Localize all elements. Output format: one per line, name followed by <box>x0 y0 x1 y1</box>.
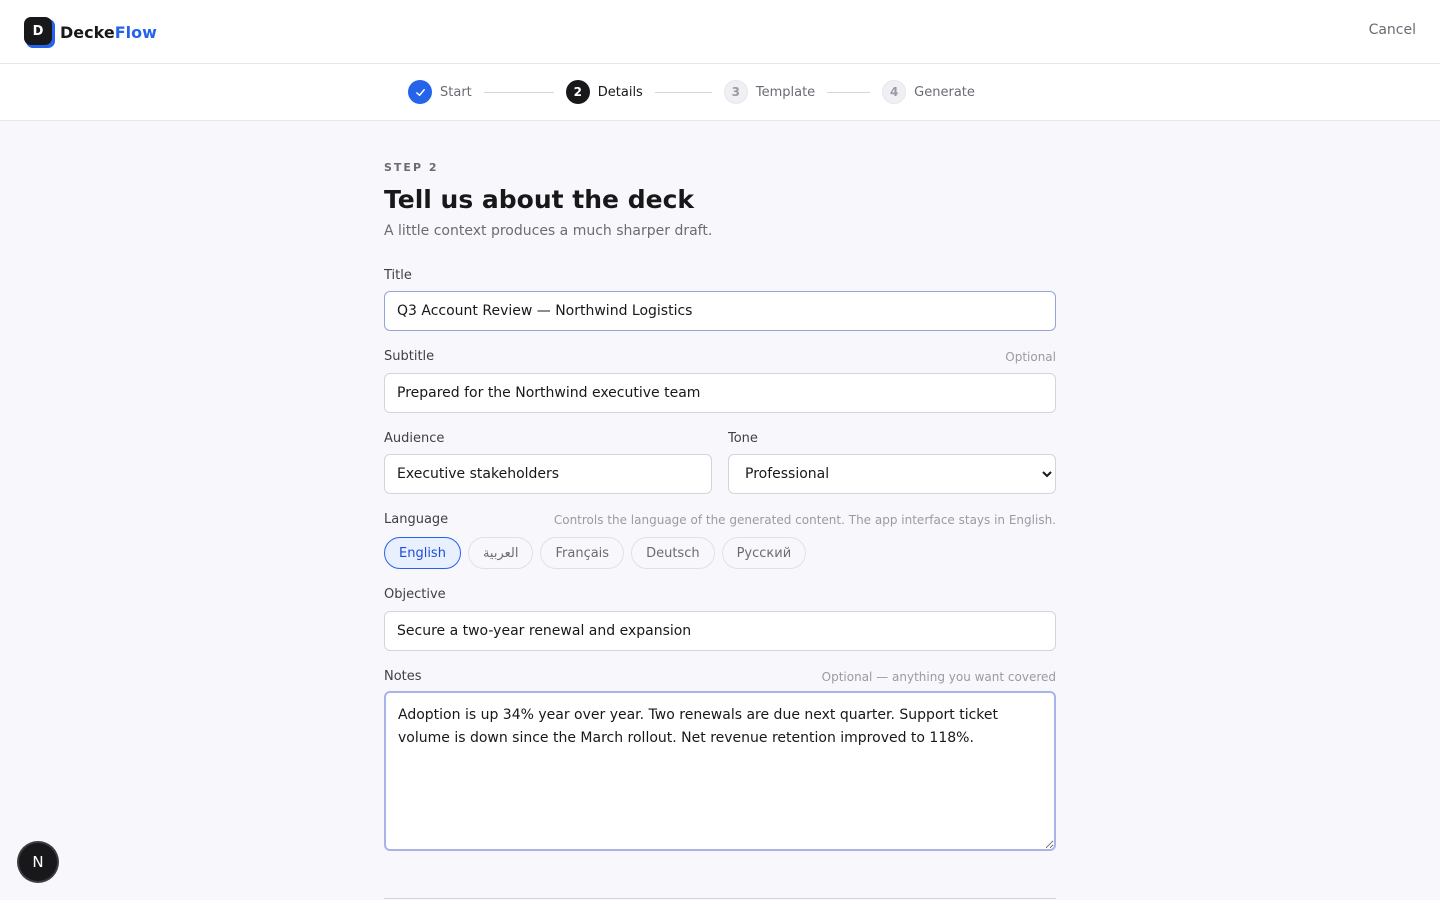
language-label: Language <box>384 512 449 527</box>
language-option-russian[interactable]: Русский <box>721 537 807 569</box>
tone-label: Tone <box>728 431 758 446</box>
step-connector <box>654 91 712 93</box>
cancel-link[interactable]: Cancel <box>1369 22 1416 38</box>
step-generate[interactable]: 4 Generate <box>882 80 975 104</box>
step-connector <box>483 91 554 93</box>
stepper: Start 2 Details 3 Template 4 Generate <box>408 80 975 104</box>
assistant-launcher-button[interactable]: N <box>19 843 57 881</box>
title-input[interactable] <box>384 291 1056 331</box>
notes-label: Notes <box>384 669 422 684</box>
page-subtitle: A little context produces a much sharper… <box>384 223 713 239</box>
logo-letter: D <box>24 17 52 45</box>
language-hint: Controls the language of the generated c… <box>553 513 1056 527</box>
title-label: Title <box>384 268 412 283</box>
brand-name: DeckeFlow <box>60 23 157 42</box>
notes-optional-hint: Optional — anything you want covered <box>821 670 1056 684</box>
logo[interactable]: D DeckeFlow <box>24 17 157 48</box>
footer-divider <box>384 898 1056 899</box>
subtitle-input[interactable] <box>384 373 1056 413</box>
brand-name-part2: Flow <box>114 22 157 42</box>
objective-label: Objective <box>384 587 446 602</box>
language-options: English العربية Français Deutsch Русский <box>384 537 807 569</box>
stepper-bar: Start 2 Details 3 Template 4 Generate <box>0 64 1440 121</box>
brand-name-part1: Decke <box>60 22 115 42</box>
n-logo-icon: N <box>32 853 44 871</box>
step-number-generate: 4 <box>882 80 907 104</box>
step-eyebrow: STEP 2 <box>384 161 439 174</box>
step-number-template: 3 <box>723 80 748 104</box>
language-option-arabic[interactable]: العربية <box>467 537 534 569</box>
audience-label: Audience <box>384 431 445 446</box>
notes-textarea[interactable]: Adoption is up 34% year over year. Two r… <box>384 691 1056 851</box>
top-bar: D DeckeFlow Cancel <box>0 0 1440 64</box>
language-option-german[interactable]: Deutsch <box>631 537 715 569</box>
language-option-french[interactable]: Français <box>540 537 625 569</box>
tone-select[interactable]: Professional <box>728 454 1056 494</box>
check-icon <box>408 80 432 104</box>
language-option-english[interactable]: English <box>384 537 461 569</box>
step-template[interactable]: 3 Template <box>723 80 816 104</box>
step-label-template: Template <box>755 84 816 100</box>
step-connector <box>827 91 871 93</box>
step-label-details: Details <box>597 84 643 100</box>
objective-input[interactable] <box>384 611 1056 651</box>
subtitle-optional-hint: Optional <box>1005 350 1056 364</box>
step-label-generate: Generate <box>914 84 975 100</box>
step-details[interactable]: 2 Details <box>565 80 643 104</box>
subtitle-label: Subtitle <box>384 349 435 364</box>
step-number-details: 2 <box>565 80 590 104</box>
audience-input[interactable] <box>384 454 712 494</box>
step-label-start: Start <box>440 84 472 100</box>
logo-mark: D <box>24 17 55 48</box>
step-start[interactable]: Start <box>408 80 472 104</box>
page-title: Tell us about the deck <box>384 185 695 214</box>
